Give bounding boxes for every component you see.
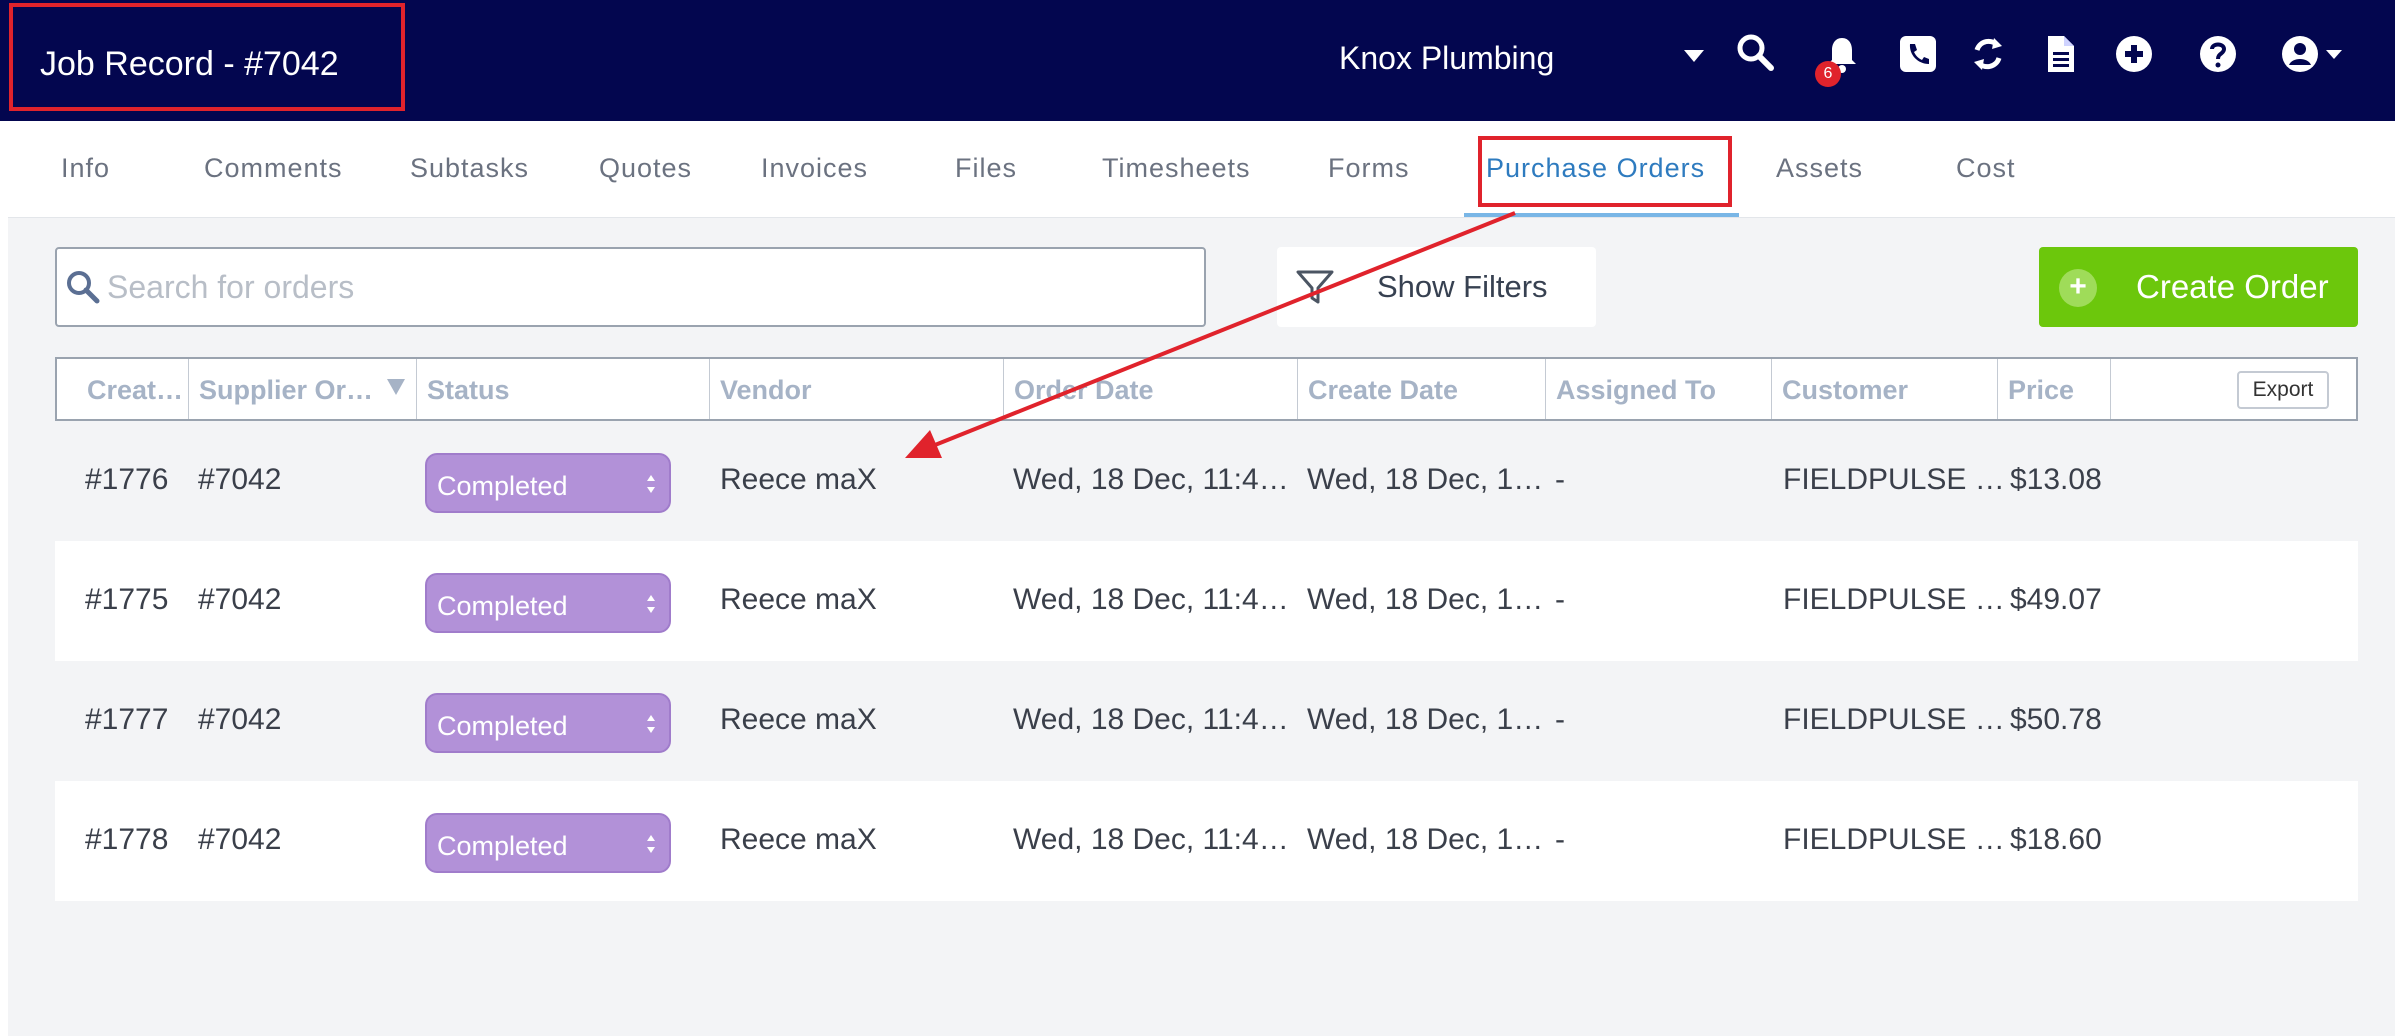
cell-create-date: Wed, 18 Dec, 1… — [1307, 703, 1544, 736]
tab-cost[interactable]: Cost — [1956, 153, 2016, 184]
document-icon[interactable] — [2038, 32, 2082, 76]
cell-order-date: Wed, 18 Dec, 11:4… — [1013, 463, 1289, 496]
cell-assigned-to: - — [1555, 463, 1565, 496]
tab-info[interactable]: Info — [61, 153, 110, 184]
show-filters-label: Show Filters — [1377, 269, 1548, 304]
tab-subtasks[interactable]: Subtasks — [410, 153, 529, 184]
status-value: Completed — [437, 471, 568, 501]
tab-comments[interactable]: Comments — [204, 153, 343, 184]
cell-price: $13.08 — [2010, 463, 2102, 496]
tab-bar: Info Comments Subtasks Quotes Invoices F… — [8, 121, 2395, 218]
annotation-highlight-box — [1478, 136, 1732, 207]
table-row[interactable]: #1777 #7042 Completed Reece maX Wed, 18 … — [55, 661, 2358, 781]
cell-created: #1776 — [85, 463, 169, 496]
cell-price: $49.07 — [2010, 583, 2102, 616]
cell-order-date: Wed, 18 Dec, 11:4… — [1013, 823, 1289, 856]
cell-price: $50.78 — [2010, 703, 2102, 736]
cell-customer: FIELDPULSE … — [1783, 463, 2005, 496]
cell-supplier-order: #7042 — [198, 463, 282, 496]
phone-icon[interactable] — [1896, 32, 1940, 76]
left-edge — [0, 121, 8, 1036]
sync-icon[interactable] — [1966, 32, 2010, 76]
tab-quotes[interactable]: Quotes — [599, 153, 692, 184]
cell-created: #1778 — [85, 823, 169, 856]
create-order-button[interactable]: + Create Order — [2039, 247, 2358, 327]
cell-order-date: Wed, 18 Dec, 11:4… — [1013, 583, 1289, 616]
show-filters-button[interactable]: Show Filters — [1277, 247, 1596, 327]
cell-supplier-order: #7042 — [198, 583, 282, 616]
column-header-customer[interactable]: Customer — [1772, 359, 1998, 419]
column-header-status[interactable]: Status — [417, 359, 710, 419]
sort-desc-icon[interactable] — [387, 379, 405, 395]
status-select[interactable]: Completed — [425, 813, 671, 873]
tab-assets[interactable]: Assets — [1776, 153, 1863, 184]
cell-created: #1775 — [85, 583, 169, 616]
status-select[interactable]: Completed — [425, 693, 671, 753]
tab-files[interactable]: Files — [955, 153, 1017, 184]
column-header-supplier-order-label: Supplier Or… — [199, 375, 374, 405]
tab-invoices[interactable]: Invoices — [761, 153, 868, 184]
cell-vendor: Reece maX — [720, 583, 877, 616]
active-tab-underline — [1464, 213, 1739, 217]
search-icon — [67, 271, 100, 304]
filter-icon — [1296, 270, 1334, 304]
cell-create-date: Wed, 18 Dec, 1… — [1307, 583, 1544, 616]
caret-down-icon[interactable] — [1672, 32, 1716, 76]
select-arrows-icon — [647, 715, 655, 733]
status-select[interactable]: Completed — [425, 573, 671, 633]
status-select[interactable]: Completed — [425, 453, 671, 513]
column-header-order-date[interactable]: Order Date — [1004, 359, 1298, 419]
user-account-icon[interactable] — [2280, 32, 2352, 76]
table-row[interactable]: #1776 #7042 Completed Reece maX Wed, 18 … — [55, 421, 2358, 541]
table-row[interactable]: #1778 #7042 Completed Reece maX Wed, 18 … — [55, 781, 2358, 901]
column-header-vendor[interactable]: Vendor — [710, 359, 1004, 419]
select-arrows-icon — [647, 595, 655, 613]
cell-vendor: Reece maX — [720, 463, 877, 496]
cell-assigned-to: - — [1555, 823, 1565, 856]
cell-created: #1777 — [85, 703, 169, 736]
plus-circle-icon: + — [2059, 269, 2097, 307]
select-arrows-icon — [647, 835, 655, 853]
cell-create-date: Wed, 18 Dec, 1… — [1307, 823, 1544, 856]
cell-vendor: Reece maX — [720, 823, 877, 856]
table-row[interactable]: #1775 #7042 Completed Reece maX Wed, 18 … — [55, 541, 2358, 661]
cell-customer: FIELDPULSE … — [1783, 583, 2005, 616]
notification-badge: 6 — [1815, 61, 1841, 87]
help-icon[interactable] — [2196, 32, 2240, 76]
status-value: Completed — [437, 831, 568, 861]
cell-vendor: Reece maX — [720, 703, 877, 736]
search-input[interactable] — [107, 249, 1197, 325]
column-header-create-date[interactable]: Create Date — [1298, 359, 1546, 419]
cell-assigned-to: - — [1555, 583, 1565, 616]
tab-forms[interactable]: Forms — [1328, 153, 1410, 184]
status-value: Completed — [437, 591, 568, 621]
search-icon[interactable] — [1733, 30, 1777, 74]
create-order-label: Create Order — [2136, 268, 2329, 305]
add-circle-icon[interactable] — [2112, 32, 2156, 76]
job-record-title: Job Record - #7042 — [9, 3, 405, 111]
column-header-supplier-order[interactable]: Supplier Or… — [189, 359, 417, 419]
cell-assigned-to: - — [1555, 703, 1565, 736]
export-button[interactable]: Export — [2237, 371, 2329, 409]
cell-customer: FIELDPULSE … — [1783, 703, 2005, 736]
top-header: Job Record - #7042 Knox Plumbing 6 — [0, 0, 2395, 121]
cell-price: $18.60 — [2010, 823, 2102, 856]
cell-customer: FIELDPULSE … — [1783, 823, 2005, 856]
company-name[interactable]: Knox Plumbing — [1339, 40, 1554, 77]
search-box — [55, 247, 1206, 327]
cell-order-date: Wed, 18 Dec, 11:4… — [1013, 703, 1289, 736]
select-arrows-icon — [647, 475, 655, 493]
column-header-price[interactable]: Price — [1998, 359, 2111, 419]
column-header-assigned-to[interactable]: Assigned To — [1546, 359, 1772, 419]
tab-timesheets[interactable]: Timesheets — [1102, 153, 1251, 184]
cell-create-date: Wed, 18 Dec, 1… — [1307, 463, 1544, 496]
cell-supplier-order: #7042 — [198, 703, 282, 736]
cell-supplier-order: #7042 — [198, 823, 282, 856]
column-header-created[interactable]: Creat… — [57, 359, 189, 419]
table-header: Creat… Supplier Or… Status Vendor Order … — [55, 357, 2358, 421]
status-value: Completed — [437, 711, 568, 741]
